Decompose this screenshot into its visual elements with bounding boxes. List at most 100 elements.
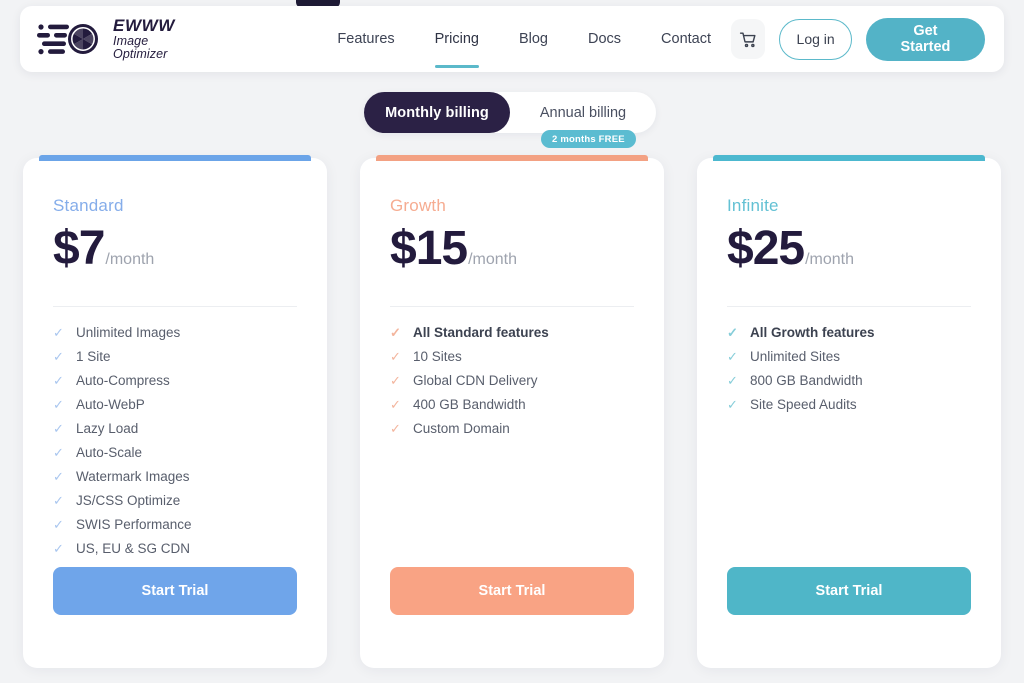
feature-item: ✓ SWIS Performance (53, 518, 297, 532)
nav-item-pricing[interactable]: Pricing (415, 6, 499, 72)
check-icon: ✓ (727, 397, 738, 412)
check-icon: ✓ (53, 541, 64, 556)
nav-item-contact[interactable]: Contact (641, 6, 731, 72)
start-trial-button[interactable]: Start Trial (390, 567, 634, 615)
feature-label: US, EU & SG CDN (76, 541, 191, 556)
logo-subtitle: Image Optimizer (113, 33, 168, 61)
get-started-button[interactable]: Get Started (865, 17, 985, 61)
annual-discount-badge: 2 months FREE (541, 130, 636, 148)
feature-label: 1 Site (76, 349, 111, 364)
plan-name: Growth (390, 196, 446, 215)
pricing-cards: Standard $7 /month ✓ Unlimited Images ✓ 1 … (0, 155, 1024, 668)
shopping-cart-icon (739, 31, 756, 47)
start-trial-button[interactable]: Start Trial (727, 567, 971, 615)
check-icon: ✓ (53, 517, 64, 532)
check-icon: ✓ (53, 493, 64, 508)
logo-wordmark: EWWW Image Optimizer (113, 17, 181, 61)
check-icon: ✓ (53, 421, 64, 436)
plan-price-row: $25 /month (727, 225, 971, 273)
feature-item: ✓ Lazy Load (53, 422, 297, 436)
check-icon: ✓ (390, 397, 401, 412)
pricing-card-growth: Growth $15 /month ✓ All Standard features… (360, 155, 664, 668)
check-icon: ✓ (53, 445, 64, 460)
feature-label: All Growth features (750, 325, 875, 340)
plan-name: Infinite (727, 196, 779, 215)
feature-label: Site Speed Audits (750, 397, 857, 412)
plan-period: /month (105, 251, 155, 268)
billing-period-toggle[interactable]: Monthly billing Annual billing (364, 92, 656, 133)
billing-option-annual[interactable]: Annual billing (510, 92, 656, 133)
plan-price-row: $15 /month (390, 225, 634, 273)
feature-item: ✓ Site Speed Audits (727, 398, 971, 412)
plan-feature-list: ✓ All Growth features ✓ Unlimited Sites ✓ 8… (727, 326, 971, 412)
feature-item: ✓ All Growth features (727, 326, 971, 340)
nav-item-features[interactable]: Features (317, 6, 414, 72)
site-header: EWWW Image Optimizer Features Pricing Bl… (20, 6, 1004, 72)
check-icon: ✓ (390, 421, 401, 436)
feature-label: Unlimited Images (76, 325, 181, 340)
feature-label: JS/CSS Optimize (76, 493, 181, 508)
feature-item: ✓ 800 GB Bandwidth (727, 374, 971, 388)
plan-feature-list: ✓ All Standard features ✓ 10 Sites ✓ Global… (390, 326, 634, 436)
feature-item: ✓ Unlimited Sites (727, 350, 971, 364)
feature-item: ✓ Auto-WebP (53, 398, 297, 412)
check-icon: ✓ (727, 373, 738, 388)
feature-label: Auto-Scale (76, 445, 143, 460)
main-navigation: Features Pricing Blog Docs Contact (317, 6, 731, 72)
feature-item: ✓ Custom Domain (390, 422, 634, 436)
feature-item: ✓ Auto-Compress (53, 374, 297, 388)
card-accent-bar (713, 155, 985, 161)
plan-feature-list: ✓ Unlimited Images ✓ 1 Site ✓ Auto-Compress… (53, 326, 297, 580)
check-icon: ✓ (390, 349, 401, 364)
feature-label: Custom Domain (413, 421, 510, 436)
card-divider (390, 306, 634, 307)
feature-label: Watermark Images (76, 469, 190, 484)
start-trial-button[interactable]: Start Trial (53, 567, 297, 615)
card-accent-bar (376, 155, 648, 161)
card-divider (727, 306, 971, 307)
plan-price: $25 (727, 222, 805, 275)
check-icon: ✓ (390, 325, 401, 340)
card-accent-bar (39, 155, 311, 161)
site-logo[interactable]: EWWW Image Optimizer (37, 17, 181, 61)
feature-label: 400 GB Bandwidth (413, 397, 526, 412)
feature-label: Unlimited Sites (750, 349, 841, 364)
feature-item: ✓ All Standard features (390, 326, 634, 340)
plan-name: Standard (53, 196, 124, 215)
feature-label: Auto-WebP (76, 397, 145, 412)
feature-item: ✓ JS/CSS Optimize (53, 494, 297, 508)
plan-period: /month (805, 251, 855, 268)
feature-item: ✓ Unlimited Images (53, 326, 297, 340)
pricing-card-infinite: Infinite $25 /month ✓ All Growth features… (697, 155, 1001, 668)
check-icon: ✓ (53, 325, 64, 340)
logo-title: EWWW (113, 15, 175, 35)
check-icon: ✓ (53, 349, 64, 364)
check-icon: ✓ (727, 325, 738, 340)
nav-item-docs[interactable]: Docs (568, 6, 641, 72)
feature-label: All Standard features (413, 325, 549, 340)
feature-item: ✓ Watermark Images (53, 470, 297, 484)
header-actions: Log in Get Started (731, 17, 985, 61)
check-icon: ✓ (53, 373, 64, 388)
feature-item: ✓ 1 Site (53, 350, 297, 364)
feature-label: Auto-Compress (76, 373, 170, 388)
nav-item-blog[interactable]: Blog (499, 6, 568, 72)
feature-label: 10 Sites (413, 349, 462, 364)
feature-item: ✓ Global CDN Delivery (390, 374, 634, 388)
feature-item: ✓ 400 GB Bandwidth (390, 398, 634, 412)
billing-option-monthly[interactable]: Monthly billing (364, 92, 510, 133)
aperture-speed-icon (37, 24, 98, 55)
feature-item: ✓ 10 Sites (390, 350, 634, 364)
feature-item: ✓ Auto-Scale (53, 446, 297, 460)
check-icon: ✓ (53, 397, 64, 412)
feature-label: Global CDN Delivery (413, 373, 538, 388)
feature-item: ✓ US, EU & SG CDN (53, 542, 297, 556)
cart-button[interactable] (731, 19, 766, 59)
card-divider (53, 306, 297, 307)
feature-label: 800 GB Bandwidth (750, 373, 863, 388)
plan-price: $15 (390, 222, 468, 275)
feature-label: SWIS Performance (76, 517, 192, 532)
pricing-card-standard: Standard $7 /month ✓ Unlimited Images ✓ 1 … (23, 155, 327, 668)
login-button[interactable]: Log in (779, 18, 852, 60)
plan-period: /month (468, 251, 518, 268)
